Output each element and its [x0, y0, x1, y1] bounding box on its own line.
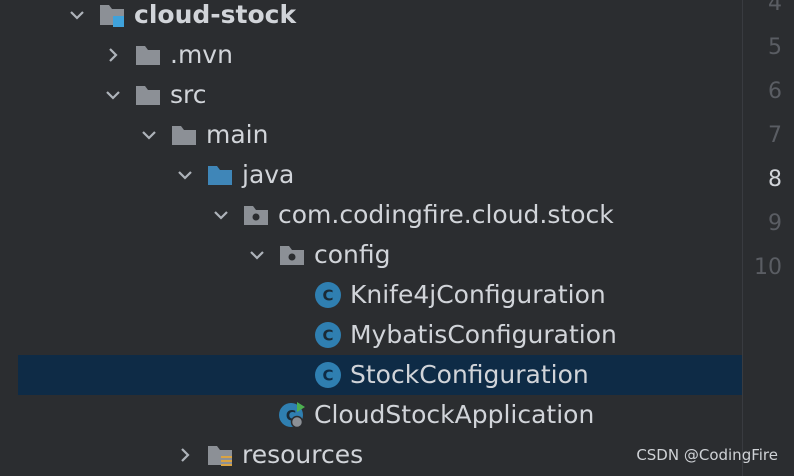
tree-label-resources: resources	[242, 440, 364, 469]
tree-row-resources[interactable]: resources	[18, 435, 742, 475]
resources-folder-icon	[206, 441, 234, 469]
chevron-down-icon[interactable]	[246, 235, 268, 275]
line-number: 4	[768, 0, 782, 16]
tree-label-mybatis: MybatisConfiguration	[350, 320, 617, 349]
tree-row-stock-selected[interactable]: C StockConfiguration	[18, 355, 742, 395]
tree-label-package: com.codingfire.cloud.stock	[278, 200, 614, 229]
project-tree: cloud-stock .mvn src main java com.codin…	[0, 0, 742, 476]
chevron-down-icon[interactable]	[138, 115, 160, 155]
tree-label-application: CloudStockApplication	[314, 400, 595, 429]
chevron-down-icon[interactable]	[174, 155, 196, 195]
tree-label-src: src	[170, 80, 207, 109]
tree-label-java: java	[242, 160, 295, 189]
watermark: CSDN @CodingFire	[636, 446, 778, 464]
tree-row-config[interactable]: config	[18, 235, 742, 275]
tool-window-strip	[0, 0, 18, 476]
tree-row-main[interactable]: main	[18, 115, 742, 155]
folder-icon	[134, 81, 162, 109]
tree-label-project: cloud-stock	[134, 0, 297, 29]
line-number: 7	[768, 123, 782, 148]
package-icon	[242, 201, 270, 229]
svg-text:C: C	[322, 287, 333, 305]
folder-icon	[170, 121, 198, 149]
tree-label-stock: StockConfiguration	[350, 360, 589, 389]
tree-row-cloud-stock[interactable]: cloud-stock	[18, 0, 742, 35]
class-icon: C	[314, 281, 342, 309]
tree-label-mvn: .mvn	[170, 40, 233, 69]
chevron-right-icon[interactable]	[102, 35, 124, 75]
tree-row-mybatis[interactable]: C MybatisConfiguration	[18, 315, 742, 355]
tree-row-knife4j[interactable]: C Knife4jConfiguration	[18, 275, 742, 315]
line-number: 5	[768, 35, 782, 60]
class-icon: C	[314, 321, 342, 349]
tree-row-package[interactable]: com.codingfire.cloud.stock	[18, 195, 742, 235]
svg-text:C: C	[322, 327, 333, 345]
tree-label-main: main	[206, 120, 269, 149]
chevron-right-icon[interactable]	[174, 435, 196, 475]
tree-row-mvn[interactable]: .mvn	[18, 35, 742, 75]
line-number-current: 8	[768, 167, 782, 192]
package-icon	[278, 241, 306, 269]
folder-icon	[134, 41, 162, 69]
line-number: 10	[754, 255, 782, 280]
class-icon: C	[314, 361, 342, 389]
spring-boot-app-icon: C	[278, 401, 306, 429]
line-number: 9	[768, 211, 782, 236]
editor-gutter: 4 5 6 7 8 9 10	[742, 0, 794, 476]
tree-row-src[interactable]: src	[18, 75, 742, 115]
source-folder-icon	[206, 161, 234, 189]
chevron-down-icon[interactable]	[66, 0, 88, 35]
tree-label-config: config	[314, 240, 391, 269]
svg-text:C: C	[322, 367, 333, 385]
chevron-down-icon[interactable]	[102, 75, 124, 115]
tree-row-application[interactable]: C CloudStockApplication	[18, 395, 742, 435]
module-folder-icon	[98, 1, 126, 29]
line-number: 6	[768, 79, 782, 104]
tree-row-java[interactable]: java	[18, 155, 742, 195]
tree-label-knife4j: Knife4jConfiguration	[350, 280, 606, 309]
chevron-down-icon[interactable]	[210, 195, 232, 235]
